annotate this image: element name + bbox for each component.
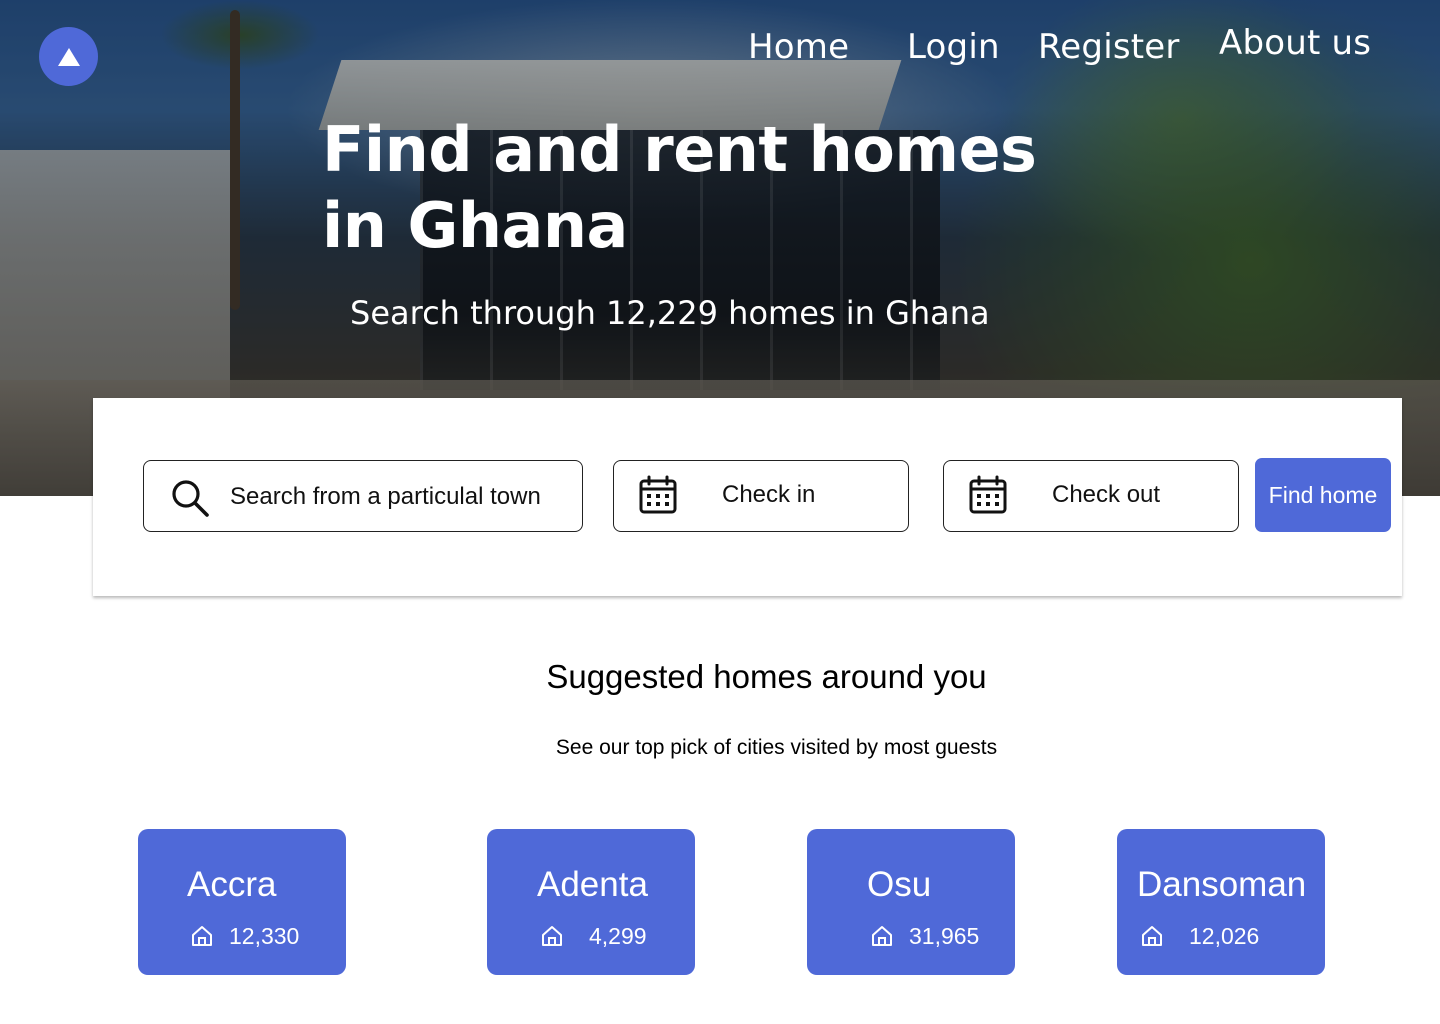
logo-button[interactable] [39,27,98,86]
home-icon [872,926,892,946]
check-out-input[interactable] [1050,477,1224,513]
city-home-count: 31,965 [909,923,980,949]
city-home-count: 12,330 [229,923,300,949]
suggestions-subtitle: See our top pick of cities visited by mo… [555,736,998,759]
town-search-input[interactable] [228,479,572,515]
nav-register-link[interactable]: Register [1038,27,1180,67]
check-in-field[interactable] [613,460,909,532]
home-icon [542,926,562,946]
nav-about-link[interactable]: About us [1219,23,1371,63]
calendar-icon [639,475,677,514]
city-name: Osu [867,865,932,904]
city-card-adenta[interactable]: Adenta 4,299 [487,829,695,975]
search-card: Find home [93,398,1402,596]
city-home-count: 12,026 [1189,923,1260,949]
city-card-accra[interactable]: Accra 12,330 [138,829,346,975]
city-name: Dansoman [1137,865,1307,904]
triangle-up-icon [57,47,80,66]
city-home-count: 4,299 [589,923,647,949]
city-name: Accra [187,865,277,904]
hero-subtitle: Search through 12,229 homes in Ghana [350,294,990,332]
hero-title: Find and rent homes in Ghana [322,113,1037,262]
find-home-button[interactable]: Find home [1255,458,1391,532]
home-icon [192,926,212,946]
nav-login-link[interactable]: Login [907,27,1000,67]
home-icon [1142,926,1162,946]
check-in-input[interactable] [720,477,894,513]
city-card-osu[interactable]: Osu 31,965 [807,829,1015,975]
city-name: Adenta [537,865,648,904]
search-icon [172,480,209,517]
city-card-dansoman[interactable]: Dansoman 12,026 [1117,829,1325,975]
nav-home-link[interactable]: Home [748,27,849,67]
town-search-field[interactable] [143,460,583,532]
suggestions-title: Suggested homes around you [546,658,987,695]
calendar-icon [969,475,1007,514]
check-out-field[interactable] [943,460,1239,532]
